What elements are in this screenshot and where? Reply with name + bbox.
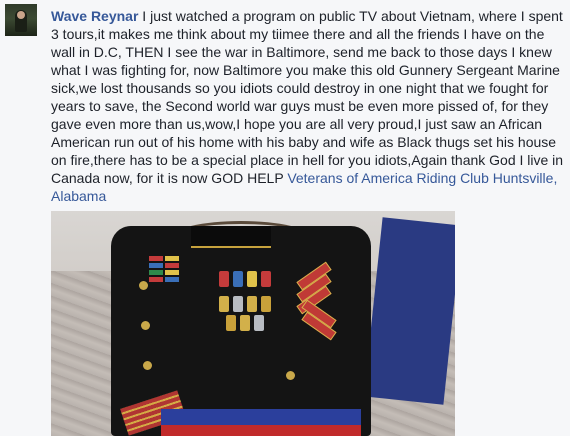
- comment-body: Wave Reynar I just watched a program on …: [51, 7, 565, 205]
- comment: Wave Reynar I just watched a program on …: [0, 0, 570, 436]
- avatar-face: [17, 11, 25, 19]
- attached-photo[interactable]: [51, 211, 455, 436]
- photo-trousers: [161, 409, 361, 436]
- author-name-link[interactable]: Wave Reynar: [51, 8, 138, 24]
- comment-text: I just watched a program on public TV ab…: [51, 8, 564, 186]
- photo-collar: [191, 226, 271, 248]
- author-avatar[interactable]: [5, 4, 37, 36]
